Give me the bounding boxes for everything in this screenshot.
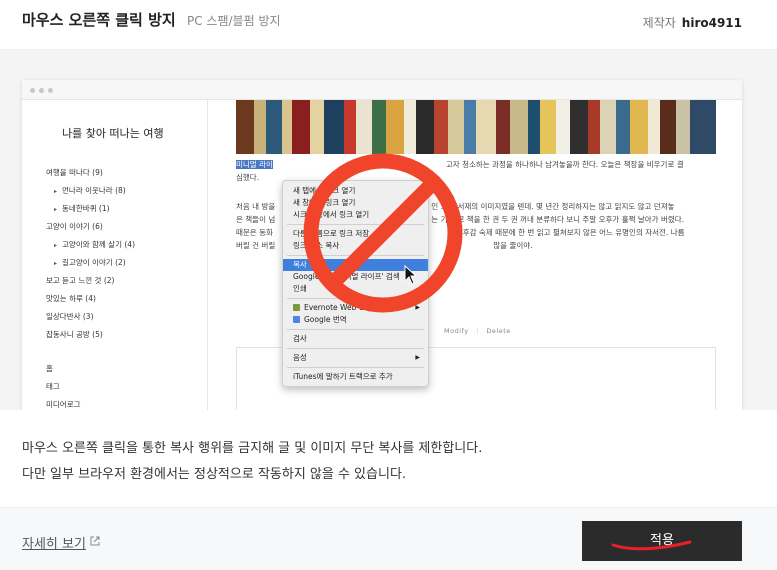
category-item: 길고양이 이야기 (2) [54, 257, 126, 268]
author-name: hiro4911 [681, 16, 742, 30]
category-item: 고양이와 함께 살기 (4) [54, 239, 135, 250]
description-line-2: 다만 일부 브라우저 환경에서는 정상적으로 작동하지 않을 수 있습니다. [22, 467, 407, 482]
description-line-1: 마우스 오른쪽 클릭을 통한 복사 행위를 금지해 글 및 이미지 무단 복사를… [22, 441, 483, 456]
nav-item-medialog: 미디어로그 [46, 400, 81, 409]
category-item: 여행을 떠나다 (9) [46, 168, 103, 177]
external-link-icon[interactable] [89, 535, 101, 547]
post-actions: Modify | Delete [444, 327, 511, 335]
window-dot [39, 88, 44, 93]
category-item: 고양이 이야기 (6) [46, 222, 103, 231]
category-item: 잡동사니 공방 (5) [46, 330, 103, 339]
bookshelf-banner-image [236, 100, 716, 154]
cursor-icon [404, 265, 418, 285]
window-dot [48, 88, 53, 93]
footer: 자세히 보기 적용 [0, 507, 777, 570]
author: 제작자 hiro4911 [643, 14, 742, 31]
nav-item-tag: 태그 [46, 382, 60, 391]
blog-title: 나를 찾아 떠나는 여행 [62, 127, 164, 140]
page-title: 마우스 오른쪽 클릭 방지 [22, 11, 176, 29]
category-item: 맛있는 하루 (4) [46, 294, 96, 303]
header: 마우스 오른쪽 클릭 방지 PC 스팸/블펌 방지 제작자 hiro4911 [0, 0, 777, 50]
category-item: 보고 듣고 느낀 것 (2) [46, 276, 115, 285]
nav-item-home: 홈 [46, 364, 53, 373]
ctx-item-itunes: iTunes에 말하기 트랙으로 추가 [293, 372, 393, 381]
author-label: 제작자 [642, 16, 676, 30]
apply-button[interactable]: 적용 [582, 521, 742, 561]
window-titlebar [22, 80, 742, 100]
blog-sidebar: 나를 찾아 떠나는 여행 여행을 떠나다 (9) 먼나라 이웃나라 (8) 동네… [22, 100, 208, 410]
window-dots-icon [30, 88, 35, 93]
evernote-icon [293, 304, 300, 311]
preview-area: 나를 찾아 떠나는 여행 여행을 떠나다 (9) 먼나라 이웃나라 (8) 동네… [0, 50, 777, 410]
more-info-link[interactable]: 자세히 보기 [22, 533, 86, 552]
ctx-item-speech: 음성 ▶ [293, 353, 420, 362]
category-item: 동네한바퀴 (1) [54, 203, 110, 214]
modify-link: Modify [444, 327, 469, 335]
google-icon [293, 316, 300, 323]
category-item: 일상다반사 (3) [46, 312, 94, 321]
page-subtitle: PC 스팸/블펌 방지 [187, 14, 281, 28]
category-item: 먼나라 이웃나라 (8) [54, 185, 126, 196]
selected-text: 미니멀 라이 [236, 160, 273, 169]
prohibition-icon [303, 153, 463, 313]
delete-link: Delete [486, 327, 511, 335]
ctx-item-inspect: 검사 [293, 334, 307, 343]
